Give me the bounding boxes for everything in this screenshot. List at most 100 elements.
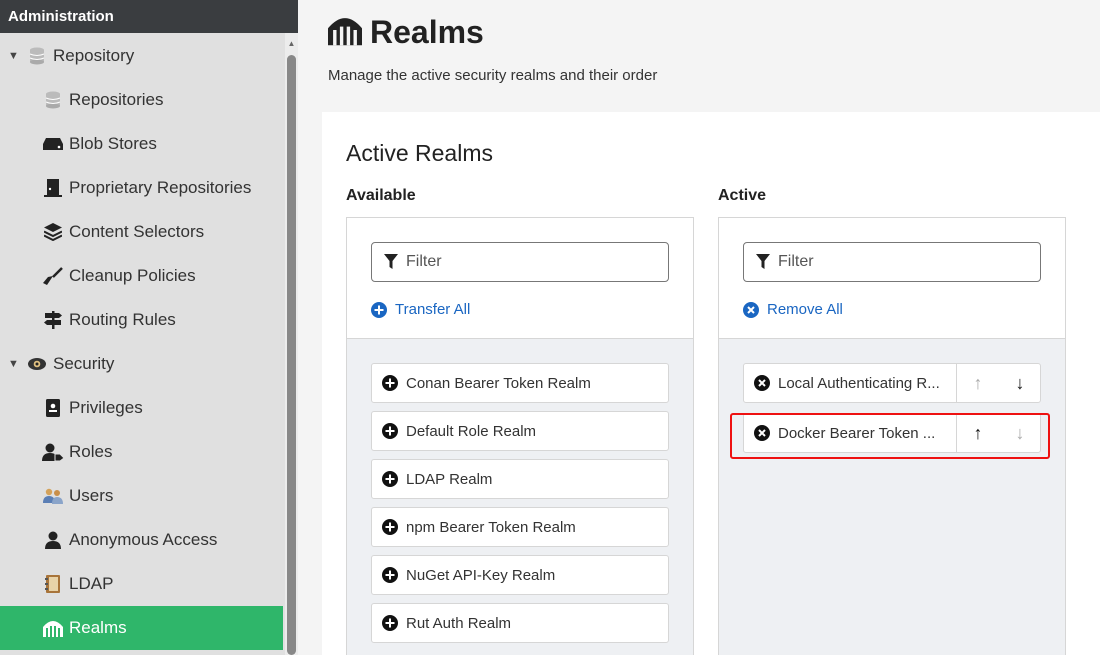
sidebar-item-label: Users xyxy=(69,486,114,505)
available-realm-item[interactable]: Default Role Realm xyxy=(371,411,669,451)
move-up-arrow-icon[interactable]: ↑ xyxy=(974,373,983,394)
sidebar-item-proprietary-repositories[interactable]: Proprietary Repositories xyxy=(0,166,283,210)
nav-group-security[interactable]: ▼ Security xyxy=(0,342,283,386)
available-filter-input[interactable]: Filter xyxy=(371,242,669,282)
sidebar-item-ldap[interactable]: LDAP xyxy=(0,562,283,606)
sidebar-item-label: Proprietary Repositories xyxy=(69,178,252,197)
database-icon xyxy=(42,90,64,110)
scroll-thumb[interactable] xyxy=(287,55,296,655)
plus-circle-icon[interactable] xyxy=(382,519,398,535)
sidebar-item-label: Cleanup Policies xyxy=(69,266,196,285)
door-icon xyxy=(42,178,64,198)
realm-name: LDAP Realm xyxy=(406,470,493,488)
scroll-up-arrow-icon[interactable]: ▲ xyxy=(285,39,298,49)
plus-circle-icon[interactable] xyxy=(382,567,398,583)
sidebar-item-label: Anonymous Access xyxy=(69,530,218,549)
sidebar-item-label: Blob Stores xyxy=(69,134,157,153)
realms-card: Active Realms Available Active Filter Tr… xyxy=(322,112,1100,655)
sidebar-item-label: Realms xyxy=(69,618,127,637)
move-down-arrow-icon[interactable]: ↓ xyxy=(1016,423,1025,444)
broom-icon xyxy=(42,266,64,286)
times-circle-icon[interactable] xyxy=(754,425,770,441)
available-realm-item[interactable]: Rut Auth Realm xyxy=(371,603,669,643)
available-label: Available xyxy=(346,187,416,204)
user-icon xyxy=(42,530,64,550)
layers-icon xyxy=(42,222,64,242)
move-down-arrow-icon[interactable]: ↓ xyxy=(1016,373,1025,394)
sidebar-item-anonymous-access[interactable]: Anonymous Access xyxy=(0,518,283,562)
main-content: Realms Manage the active security realms… xyxy=(298,0,1100,655)
sidebar-item-label: Routing Rules xyxy=(69,310,176,329)
active-label: Active xyxy=(718,187,767,204)
available-realm-item[interactable]: npm Bearer Token Realm xyxy=(371,507,669,547)
user-tag-icon xyxy=(42,442,64,462)
available-realm-item[interactable]: LDAP Realm xyxy=(371,459,669,499)
signpost-icon xyxy=(42,310,64,330)
times-circle-icon[interactable] xyxy=(754,375,770,391)
available-realm-item[interactable]: NuGet API-Key Realm xyxy=(371,555,669,595)
page-subtitle: Manage the active security realms and th… xyxy=(328,67,658,84)
times-circle-icon xyxy=(743,301,759,318)
realm-name: Conan Bearer Token Realm xyxy=(406,374,591,392)
page-header: Realms xyxy=(328,14,484,51)
id-badge-icon xyxy=(42,398,64,418)
move-up-arrow-icon[interactable]: ↑ xyxy=(974,423,983,444)
expand-triangle-icon[interactable]: ▼ xyxy=(8,50,22,62)
active-realm-item[interactable]: Local Authenticating R... ↑ ↓ xyxy=(743,363,1041,403)
filter-icon xyxy=(756,254,770,270)
nav-group-label: Repository xyxy=(53,46,135,65)
realm-name: Docker Bearer Token ... xyxy=(778,424,936,442)
realm-name: NuGet API-Key Realm xyxy=(406,566,556,584)
sidebar-item-privileges[interactable]: Privileges xyxy=(0,386,283,430)
active-filter-input[interactable]: Filter xyxy=(743,242,1041,282)
sidebar-item-label: Roles xyxy=(69,442,113,461)
filter-placeholder: Filter xyxy=(778,253,814,270)
active-realm-item[interactable]: Docker Bearer Token ... ↑ ↓ xyxy=(743,413,1041,453)
sidebar-item-label: Privileges xyxy=(69,398,143,417)
transfer-all-label: Transfer All xyxy=(395,301,471,318)
plus-circle-icon[interactable] xyxy=(382,471,398,487)
card-title: Active Realms xyxy=(346,140,493,166)
remove-all-button[interactable]: Remove All xyxy=(743,301,843,318)
users-icon xyxy=(42,486,64,506)
database-icon xyxy=(26,46,48,66)
page-title: Realms xyxy=(370,14,484,50)
sidebar-item-blob-stores[interactable]: Blob Stores xyxy=(0,122,283,166)
sidebar-item-users[interactable]: Users xyxy=(0,474,283,518)
filter-placeholder: Filter xyxy=(406,253,442,270)
sidebar-item-content-selectors[interactable]: Content Selectors xyxy=(0,210,283,254)
eye-icon xyxy=(26,354,48,374)
expand-triangle-icon[interactable]: ▼ xyxy=(8,358,22,370)
active-list: Local Authenticating R... ↑ ↓ Docker Bea… xyxy=(719,339,1065,655)
sidebar-item-routing-rules[interactable]: Routing Rules xyxy=(0,298,283,342)
sidebar-item-label: Repositories xyxy=(69,90,164,109)
nav-group-repository[interactable]: ▼ Repository xyxy=(0,34,283,78)
remove-all-label: Remove All xyxy=(767,301,843,318)
plus-circle-icon xyxy=(371,301,387,318)
sidebar-header: Administration xyxy=(0,0,298,33)
plus-circle-icon[interactable] xyxy=(382,615,398,631)
filter-icon xyxy=(384,254,398,270)
address-book-icon xyxy=(42,574,64,594)
available-panel: Filter Transfer All Conan Bearer Token R… xyxy=(346,217,694,655)
realm-name: Local Authenticating R... xyxy=(778,374,940,392)
sidebar-item-realms[interactable]: Realms xyxy=(0,606,283,650)
sidebar-item-repositories[interactable]: Repositories xyxy=(0,78,283,122)
sidebar-item-roles[interactable]: Roles xyxy=(0,430,283,474)
sidebar-item-cleanup-policies[interactable]: Cleanup Policies xyxy=(0,254,283,298)
plus-circle-icon[interactable] xyxy=(382,423,398,439)
sidebar-scrollbar[interactable]: ▲ xyxy=(285,33,298,655)
sidebar: Administration ▼ Repository Repositories… xyxy=(0,0,298,655)
castle-gate-icon xyxy=(42,618,64,638)
transfer-all-button[interactable]: Transfer All xyxy=(371,301,470,318)
castle-gate-icon xyxy=(328,14,362,51)
available-realm-item[interactable]: Conan Bearer Token Realm xyxy=(371,363,669,403)
realm-name: Default Role Realm xyxy=(406,422,537,440)
plus-circle-icon[interactable] xyxy=(382,375,398,391)
realm-name: Rut Auth Realm xyxy=(406,614,512,632)
realm-name: npm Bearer Token Realm xyxy=(406,518,576,536)
active-panel: Filter Remove All Local Authenticating R… xyxy=(718,217,1066,655)
nav-group-label: Security xyxy=(53,354,115,373)
hard-drive-icon xyxy=(42,134,64,154)
sidebar-item-label: Content Selectors xyxy=(69,222,205,241)
